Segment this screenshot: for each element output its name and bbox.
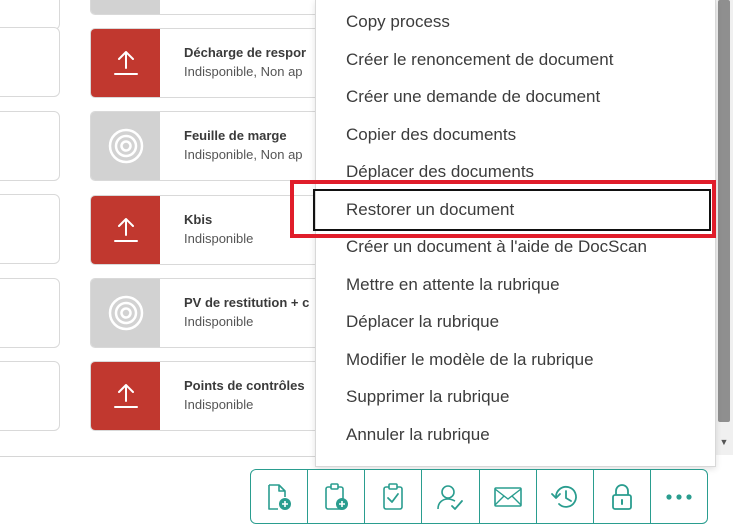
mail-button[interactable] — [480, 470, 537, 523]
more-icon — [666, 493, 692, 500]
left-card[interactable] — [0, 0, 60, 30]
upload-icon — [113, 384, 138, 408]
menu-item-creer-renoncement[interactable]: Créer le renoncement de document — [346, 50, 613, 70]
user-check-button[interactable] — [422, 470, 480, 523]
left-card[interactable] — [0, 111, 60, 181]
document-title: Feuille de marge — [184, 128, 287, 143]
mail-icon — [493, 486, 522, 507]
upload-icon — [113, 51, 138, 75]
menu-item-mettre-en-attente[interactable]: Mettre en attente la rubrique — [346, 275, 560, 295]
user-check-icon — [437, 484, 464, 510]
document-title: Points de contrôles — [184, 378, 305, 393]
scrollbar[interactable]: ▼ — [715, 0, 733, 455]
scroll-down-arrow[interactable]: ▼ — [718, 436, 730, 448]
clipboard-add-button[interactable] — [308, 470, 366, 523]
clipboard-check-button[interactable] — [365, 470, 423, 523]
menu-item-annuler-rubrique[interactable]: Annuler la rubrique — [346, 425, 490, 445]
lock-button[interactable] — [594, 470, 651, 523]
left-card[interactable] — [0, 278, 60, 348]
left-card[interactable] — [0, 27, 60, 97]
scrollbar-thumb[interactable] — [718, 0, 730, 422]
document-title: Kbis — [184, 212, 213, 227]
target-icon — [108, 295, 143, 331]
document-status: Indisponible — [184, 314, 254, 329]
context-menu: Copy process Créer le renoncement de doc… — [313, 0, 716, 467]
left-card[interactable] — [0, 361, 60, 431]
document-thumbnail — [91, 196, 160, 264]
document-status: Indisponible, Non ap — [184, 64, 303, 79]
menu-item-docscan[interactable]: Créer un document à l'aide de DocScan — [346, 237, 647, 257]
history-icon — [550, 485, 577, 508]
menu-item-copy-process[interactable]: Copy process — [346, 12, 450, 32]
document-thumbnail — [91, 112, 160, 180]
document-thumbnail — [91, 29, 160, 97]
document-status: Indisponible — [184, 397, 254, 412]
menu-item-restorer-document[interactable]: Restorer un document — [313, 189, 711, 231]
upload-icon — [113, 218, 138, 242]
left-card[interactable] — [0, 194, 60, 264]
history-button[interactable] — [537, 470, 594, 523]
document-status: Indisponible, Non ap — [184, 147, 303, 162]
document-thumbnail — [91, 362, 160, 430]
more-button[interactable] — [651, 470, 707, 523]
document-status: Indisponible — [184, 231, 254, 246]
lock-icon — [611, 483, 632, 510]
menu-item-deplacer-rubrique[interactable]: Déplacer la rubrique — [346, 312, 499, 332]
new-document-icon — [268, 483, 292, 510]
document-thumbnail — [91, 0, 160, 14]
menu-item-deplacer-documents[interactable]: Déplacer des documents — [346, 162, 534, 182]
menu-item-modifier-modele[interactable]: Modifier le modèle de la rubrique — [346, 350, 594, 370]
menu-item-copier-documents[interactable]: Copier des documents — [346, 125, 516, 145]
clipboard-check-icon — [383, 482, 404, 510]
new-document-button[interactable] — [251, 470, 309, 523]
document-title: PV de restitution + c — [184, 295, 310, 310]
action-toolbar — [250, 469, 708, 524]
menu-item-creer-demande[interactable]: Créer une demande de document — [346, 87, 600, 107]
document-thumbnail — [91, 279, 160, 347]
clipboard-add-icon — [325, 482, 349, 510]
document-title: Décharge de respor — [184, 45, 307, 60]
menu-item-supprimer-rubrique[interactable]: Supprimer la rubrique — [346, 387, 509, 407]
target-icon — [108, 128, 143, 164]
